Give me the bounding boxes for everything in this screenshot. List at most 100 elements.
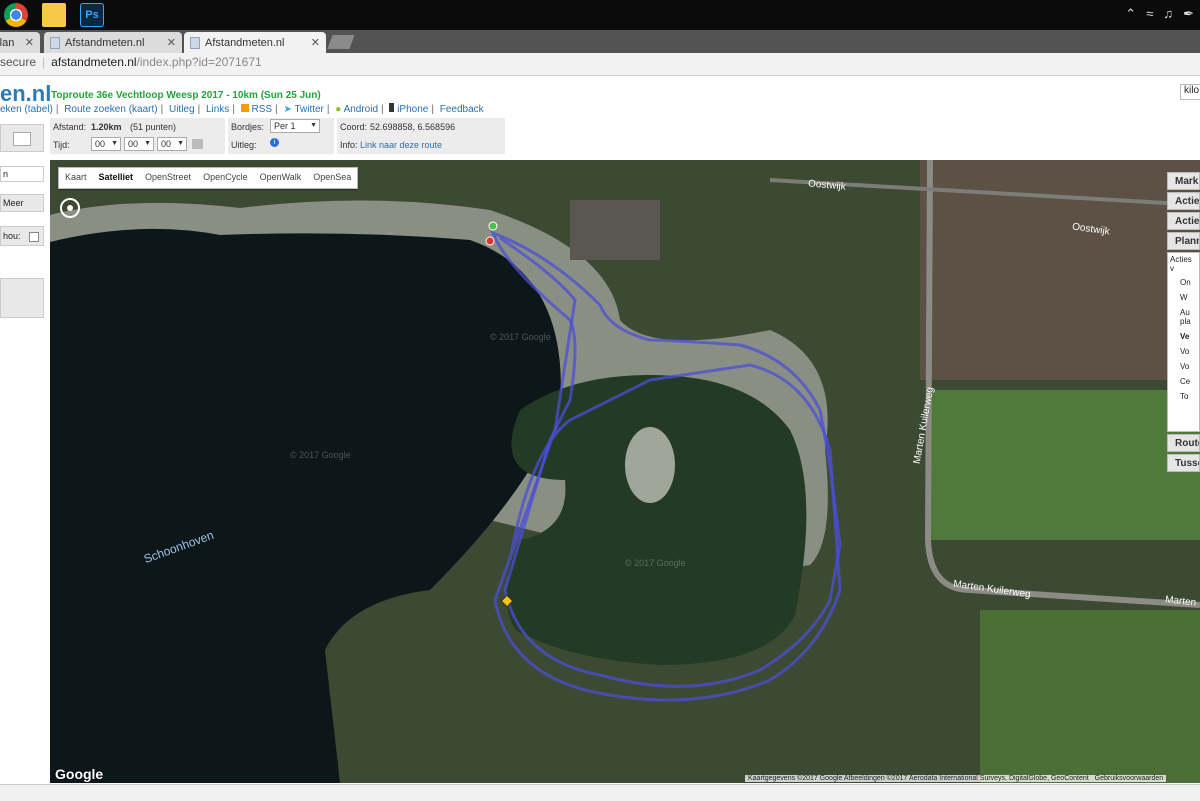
checkbox[interactable] — [29, 232, 39, 242]
close-icon[interactable]: ✕ — [311, 36, 320, 49]
planner-action[interactable]: To — [1168, 386, 1199, 401]
tijd-minutes-select[interactable]: 00 — [124, 137, 154, 151]
taskbar: Ps ⌃ ≈ ♫ ✒ — [0, 0, 1200, 30]
nav-link[interactable]: Feedback — [440, 104, 484, 115]
tijd-hours-select[interactable]: 00 — [91, 137, 121, 151]
page-icon — [50, 36, 60, 49]
tab-3[interactable]: Afstandmeten.nl ✕ — [184, 32, 326, 53]
left-item-meer[interactable]: Meer — [0, 194, 44, 212]
iphone-icon — [389, 103, 395, 112]
left-option[interactable]: hou: — [0, 226, 44, 246]
calculator-icon[interactable] — [192, 139, 203, 149]
tijd-seconds-select[interactable]: 00 — [157, 137, 187, 151]
pen-icon[interactable]: ✒ — [1183, 6, 1194, 22]
url-path: /index.php?id=2071671 — [136, 55, 262, 69]
route-title: Toproute 36e Vechtloop Weesp 2017 - 10km… — [51, 90, 321, 101]
map-copyright: Kaartgegevens ©2017 Google Afbeeldingen … — [745, 775, 1167, 782]
panel-header-acties[interactable]: Actie — [1167, 212, 1200, 230]
tab-1[interactable]: rlan ✕ — [0, 32, 40, 53]
nav-link[interactable]: Android — [344, 104, 378, 115]
site-nav: eken (tabel) | Route zoeken (kaart) | Uitl… — [0, 103, 484, 115]
tijd-label: Tijd: — [53, 140, 70, 150]
info-coord: Coord: 52.698858, 6.568596 Info: Link na… — [337, 118, 505, 154]
right-panel: Mark Actie Actie Plann Acties v On W Au … — [1167, 172, 1200, 472]
twitter-icon: ➤ — [283, 104, 292, 115]
unit-select[interactable]: kilo — [1180, 84, 1200, 100]
nav-link[interactable]: Links — [206, 104, 229, 115]
map-type-opensea[interactable]: OpenSea — [307, 168, 357, 188]
chrome-icon[interactable] — [4, 3, 28, 27]
panel-header-route[interactable]: Route — [1167, 434, 1200, 452]
panel-header-planner[interactable]: Plann — [1167, 232, 1200, 250]
security-label: secure — [0, 55, 37, 69]
map-type-openwalk[interactable]: OpenWalk — [254, 168, 308, 188]
tab-label: Afstandmeten.nl — [205, 36, 285, 49]
status-strip — [0, 784, 1200, 801]
planner-action[interactable]: Ve — [1168, 326, 1199, 341]
tab-label: rlan — [0, 36, 15, 49]
field-green — [930, 390, 1200, 540]
planner-action[interactable]: Ce — [1168, 371, 1199, 386]
island — [625, 427, 675, 503]
left-search-box[interactable] — [0, 124, 44, 152]
nav-link[interactable]: iPhone — [397, 104, 428, 115]
left-panel-block — [0, 278, 44, 318]
tab-2[interactable]: Afstandmeten.nl ✕ — [44, 32, 182, 53]
close-icon[interactable]: ✕ — [167, 36, 176, 49]
afstand-points: (51 punten) — [130, 122, 177, 132]
new-tab-button[interactable] — [327, 35, 355, 49]
route-link[interactable]: Link naar deze route — [360, 140, 442, 150]
browser-tab-bar: rlan ✕ Afstandmeten.nl ✕ Afstandmeten.nl… — [0, 30, 1200, 53]
nav-link[interactable]: Route zoeken (kaart) — [64, 104, 157, 115]
info-icon[interactable]: i — [270, 138, 279, 147]
planner-action[interactable]: Vo — [1168, 356, 1199, 371]
nav-link[interactable]: Twitter — [294, 104, 323, 115]
left-option-label: hou: — [3, 231, 21, 241]
satellite-imagery — [50, 160, 1200, 783]
left-item[interactable]: n — [0, 166, 44, 182]
map-type-openstreet[interactable]: OpenStreet — [139, 168, 197, 188]
map-view[interactable]: Oostwijk Oostwijk Marten Kuilerweg Marte… — [50, 160, 1200, 783]
left-panel: n Meer hou: — [0, 118, 46, 318]
terms-link[interactable]: Gebruiksvoorwaarden — [1095, 775, 1163, 782]
planner-body: Acties v On W Au pla Ve Vo Vo Ce To — [1167, 252, 1200, 432]
uitleg-label: Uitleg: — [231, 140, 257, 150]
nav-link[interactable]: Uitleg — [169, 104, 195, 115]
planner-title: Acties v — [1170, 255, 1192, 273]
panel-header-markers[interactable]: Mark — [1167, 172, 1200, 190]
coord-label: Coord: — [340, 122, 368, 132]
map-type-opencycle[interactable]: OpenCycle — [197, 168, 254, 188]
planner-action[interactable]: W — [1168, 287, 1199, 302]
planner-action[interactable]: Au pla — [1168, 302, 1199, 326]
map-type-kaart[interactable]: Kaart — [59, 168, 93, 188]
wifi-icon[interactable]: ≈ — [1146, 6, 1153, 22]
end-marker-icon[interactable] — [485, 236, 495, 246]
chevron-up-icon[interactable]: ⌃ — [1125, 6, 1136, 22]
panel-header-tussen[interactable]: Tusse — [1167, 454, 1200, 472]
planner-action[interactable]: On — [1168, 275, 1199, 287]
search-icon[interactable] — [13, 132, 31, 146]
map-type-satelliet[interactable]: Satelliet — [93, 168, 140, 188]
planner-action[interactable]: Vo — [1168, 341, 1199, 356]
google-logo: Google — [55, 766, 104, 782]
photoshop-icon[interactable]: Ps — [80, 3, 104, 27]
afstand-label: Afstand: — [53, 122, 87, 132]
address-bar[interactable]: secure | afstandmeten.nl/index.php?id=2071… — [0, 53, 1200, 76]
start-marker-icon[interactable] — [488, 221, 498, 231]
nav-link[interactable]: RSS — [251, 104, 272, 115]
volume-icon[interactable]: ♫ — [1163, 6, 1173, 22]
system-tray: ⌃ ≈ ♫ ✒ — [1125, 6, 1194, 22]
folder-icon[interactable] — [42, 3, 66, 27]
copyright-text: Kaartgegevens ©2017 Google Afbeeldingen … — [748, 775, 1089, 782]
info-distance-time: Afstand: 1.20km (51 punten) Tijd: 00 00 … — [50, 118, 225, 154]
afstand-value: 1.20km — [91, 122, 122, 132]
close-icon[interactable]: ✕ — [25, 36, 34, 49]
nav-link[interactable]: eken (tabel) — [0, 104, 53, 115]
tab-label: Afstandmeten.nl — [65, 36, 145, 49]
url-host: afstandmeten.nl — [51, 55, 137, 69]
field-green — [980, 610, 1200, 783]
panel-header-acties[interactable]: Actie — [1167, 192, 1200, 210]
bordjes-select[interactable]: Per 1 — [270, 119, 320, 133]
page-icon — [190, 36, 200, 49]
info-label: Info: — [340, 140, 358, 150]
